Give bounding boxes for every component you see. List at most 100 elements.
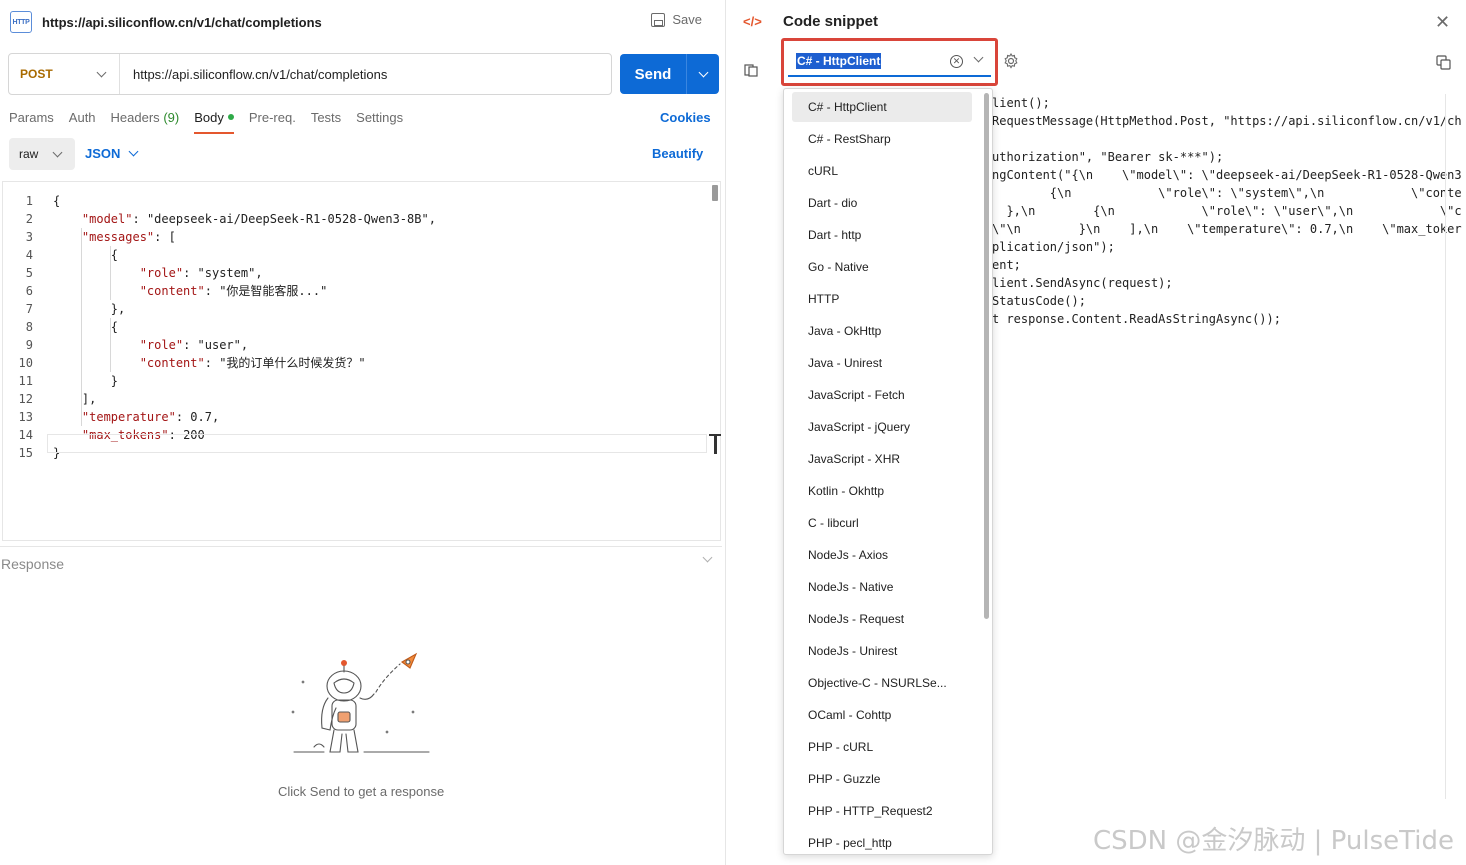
- body-mode-select[interactable]: raw: [9, 138, 75, 170]
- tab-tests[interactable]: Tests: [311, 109, 341, 133]
- language-option[interactable]: JavaScript - Fetch: [792, 380, 972, 410]
- send-button-group: Send: [620, 54, 719, 94]
- snippet-code[interactable]: lient(); RequestMessage(HttpMethod.Post, …: [992, 94, 1462, 334]
- editor-line: 13 "temperature": 0.7,: [3, 408, 703, 426]
- cookies-link[interactable]: Cookies: [660, 110, 711, 125]
- snippet-line: uthorization", "Bearer sk-***");: [992, 150, 1224, 164]
- save-button[interactable]: Save: [651, 12, 702, 27]
- tab-label: Tests: [310, 110, 342, 125]
- method-select[interactable]: POST: [9, 54, 120, 94]
- tab-params[interactable]: Params: [9, 109, 54, 133]
- tab-auth[interactable]: Auth: [69, 109, 96, 133]
- language-select[interactable]: C# - HttpClient ✕: [788, 47, 991, 77]
- language-option[interactable]: NodeJs - Axios: [792, 540, 972, 570]
- dropdown-scrollbar[interactable]: [984, 93, 989, 619]
- line-content: {: [53, 194, 61, 208]
- snippet-line: },\n {\n \"role\": \"user\",\n \"c: [992, 204, 1462, 218]
- headers-count: (9): [163, 110, 180, 125]
- line-content: },: [53, 302, 126, 316]
- language-option[interactable]: C# - RestSharp: [792, 124, 972, 154]
- language-option[interactable]: Dart - http: [792, 220, 972, 250]
- tab-label: Headers: [110, 110, 160, 125]
- line-content: "role": "user",: [139, 338, 249, 352]
- snippet-line: plication/json");: [992, 240, 1115, 254]
- line-number: 13: [18, 410, 33, 424]
- send-options-button[interactable]: [686, 54, 719, 94]
- code-snippet-panel: </> Code snippet ✕ C# - HttpClient ✕ lie…: [727, 0, 1466, 865]
- language-option[interactable]: HTTP: [792, 284, 972, 314]
- text-cursor: [709, 434, 721, 454]
- line-content: "model": "deepseek-ai/DeepSeek-R1-0528-Q…: [81, 212, 436, 226]
- line-content: {: [53, 320, 119, 334]
- line-content: ],: [53, 392, 97, 406]
- language-option[interactable]: Java - Unirest: [792, 348, 972, 378]
- snippet-line: \"\n }\n ],\n \"temperature\": 0.7,\n \"…: [992, 222, 1462, 236]
- astronaut-illustration: [291, 652, 430, 753]
- body-editor[interactable]: 1{2 "model": "deepseek-ai/DeepSeek-R1-05…: [2, 181, 721, 541]
- save-label: Save: [672, 12, 702, 27]
- tab-settings[interactable]: Settings: [356, 109, 403, 133]
- language-option[interactable]: Go - Native: [792, 252, 972, 282]
- language-option[interactable]: PHP - HTTP_Request2: [792, 796, 972, 826]
- language-option[interactable]: Objective-C - NSURLSe...: [792, 668, 972, 698]
- gear-icon[interactable]: [1003, 53, 1019, 69]
- language-option[interactable]: Kotlin - Okhttp: [792, 476, 972, 506]
- tab-label: Settings: [356, 110, 404, 125]
- language-option[interactable]: C - libcurl: [792, 508, 972, 538]
- clear-icon[interactable]: ✕: [950, 55, 963, 68]
- language-option[interactable]: JavaScript - XHR: [792, 444, 972, 474]
- save-icon: [651, 12, 666, 27]
- line-number: 11: [18, 374, 33, 388]
- language-option[interactable]: PHP - cURL: [792, 732, 972, 762]
- line-content: "temperature": 0.7,: [81, 410, 220, 424]
- snippet-line: t response.Content.ReadAsStringAsync());: [992, 312, 1281, 326]
- body-modified-dot: [227, 114, 234, 120]
- tab-headers[interactable]: Headers (9): [111, 109, 180, 133]
- copy-icon[interactable]: [1436, 55, 1451, 70]
- body-language-select[interactable]: JSON: [85, 146, 139, 161]
- empty-response-hint: Click Send to get a response: [278, 784, 445, 799]
- documentation-icon[interactable]: [744, 63, 758, 77]
- line-number: 12: [18, 392, 33, 406]
- language-option[interactable]: PHP - pecl_http: [792, 828, 972, 854]
- snippet-line: {\n \"role\": \"system\",\n \"conten: [992, 186, 1462, 200]
- url-input[interactable]: https://api.siliconflow.cn/v1/chat/compl…: [120, 67, 387, 82]
- line-content: "role": "system",: [139, 266, 263, 280]
- line-content: "content": "我的订单什么时候发货？": [139, 356, 366, 370]
- language-option[interactable]: Dart - dio: [792, 188, 972, 218]
- tab-pre-request[interactable]: Pre-req.: [249, 109, 296, 133]
- editor-line: 8 {: [3, 318, 703, 336]
- language-option[interactable]: NodeJs - Native: [792, 572, 972, 602]
- url-bar: POST https://api.siliconflow.cn/v1/chat/…: [8, 53, 612, 95]
- request-title-row: HTTP https://api.siliconflow.cn/v1/chat/…: [10, 10, 716, 34]
- send-button[interactable]: Send: [620, 66, 686, 83]
- beautify-button[interactable]: Beautify: [652, 146, 703, 161]
- language-option[interactable]: PHP - Guzzle: [792, 764, 972, 794]
- request-title[interactable]: https://api.siliconflow.cn/v1/chat/compl…: [42, 15, 322, 30]
- editor-line: 3 "messages": [: [3, 228, 703, 246]
- line-number: 10: [18, 356, 33, 370]
- language-option[interactable]: JavaScript - jQuery: [792, 412, 972, 442]
- editor-scrollbar[interactable]: [712, 185, 718, 201]
- editor-line: 1{: [3, 192, 703, 210]
- current-line-highlight: [47, 434, 707, 453]
- code-icon[interactable]: </>: [743, 14, 762, 29]
- language-option[interactable]: cURL: [792, 156, 972, 186]
- language-option[interactable]: C# - HttpClient: [792, 92, 972, 122]
- line-content: "messages": [: [81, 230, 176, 244]
- language-option[interactable]: NodeJs - Unirest: [792, 636, 972, 666]
- language-option[interactable]: NodeJs - Request: [792, 604, 972, 634]
- line-number: 6: [25, 284, 33, 298]
- panel-title: Code snippet: [783, 13, 879, 30]
- response-header[interactable]: Response: [0, 546, 722, 580]
- close-icon[interactable]: ✕: [1435, 13, 1450, 31]
- tab-body[interactable]: Body: [194, 109, 234, 134]
- chevron-down-icon[interactable]: [973, 52, 984, 63]
- snippet-scrollbar[interactable]: [1445, 94, 1446, 799]
- language-option[interactable]: Java - OkHttp: [792, 316, 972, 346]
- editor-line: 10 "content": "我的订单什么时候发货？": [3, 354, 703, 372]
- chevron-down-icon: [96, 67, 107, 77]
- chevron-down-icon: [702, 552, 713, 563]
- language-option[interactable]: OCaml - Cohttp: [792, 700, 972, 730]
- line-content: "content": "你是智能客服...": [139, 284, 328, 298]
